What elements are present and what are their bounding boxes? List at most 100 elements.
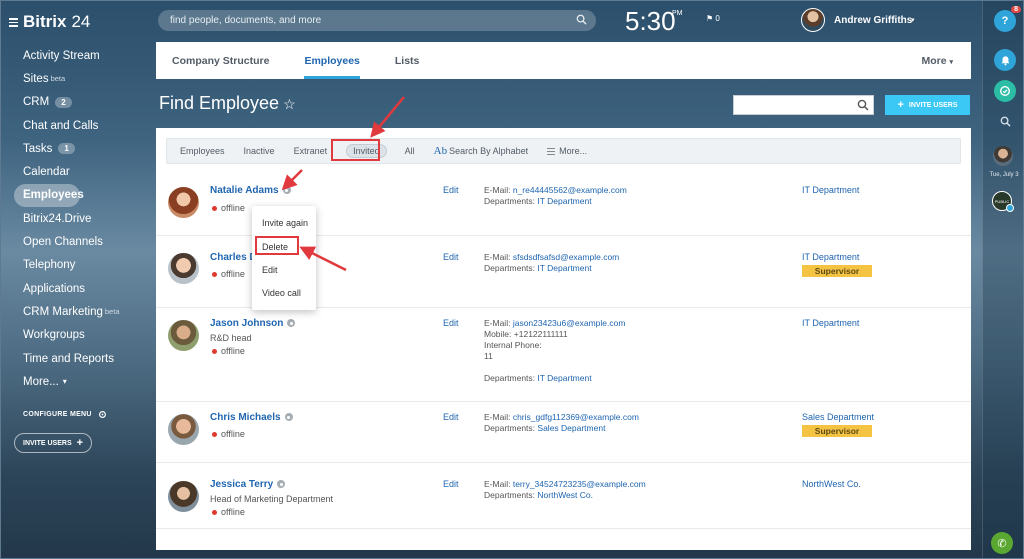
email-link[interactable]: chris_gdfg112369@example.com	[513, 412, 639, 422]
department-link[interactable]: Sales Department	[537, 423, 605, 433]
filter-inactive[interactable]: Inactive	[244, 146, 275, 156]
right-rail: ? 8	[982, 0, 1024, 559]
plus-icon: +	[76, 437, 84, 449]
help-button[interactable]: ? 8	[994, 6, 1021, 32]
department-link[interactable]: IT Department	[537, 196, 591, 206]
configure-menu-button[interactable]: CONFIGURE MENU	[23, 410, 107, 419]
department-link[interactable]: IT Department	[802, 185, 859, 195]
email-link[interactable]: jason23423u6@example.com	[513, 318, 626, 328]
recent-contact-avatar[interactable]	[993, 146, 1013, 166]
mobile-value: +12122111111	[513, 329, 568, 339]
employee-name[interactable]: Charles D	[210, 252, 257, 263]
chevron-down-icon[interactable]: ▾	[911, 16, 915, 24]
sidebar-item-crm[interactable]: CRM 2	[14, 91, 142, 114]
department-link[interactable]: IT Department	[802, 252, 859, 262]
edit-link[interactable]: Edit	[443, 185, 459, 195]
menu-item-edit[interactable]: Edit	[262, 265, 278, 275]
filter-employees[interactable]: Employees	[180, 146, 225, 156]
sidebar-item-label: Sites	[23, 72, 49, 85]
tab-company-structure[interactable]: Company Structure	[172, 42, 269, 79]
search-by-alphabet-button[interactable]: Ab Search By Alphabet	[434, 145, 529, 157]
gear-icon[interactable]	[282, 186, 291, 195]
notifications-button[interactable]	[994, 49, 1016, 71]
flag-indicator[interactable]: ⚑ 0	[706, 14, 720, 23]
sidebar-item-employees[interactable]: Employees	[14, 183, 84, 208]
edit-link[interactable]: Edit	[443, 318, 459, 328]
edit-link[interactable]: Edit	[443, 479, 459, 489]
sidebar-item-label: Open Channels	[23, 236, 103, 249]
sidebar-item-open-channels[interactable]: Open Channels	[14, 230, 142, 253]
filter-extranet[interactable]: Extranet	[294, 146, 328, 156]
employee-name[interactable]: Chris Michaels	[210, 412, 293, 423]
open-channels-button[interactable]	[994, 80, 1016, 102]
sidebar-item-telephony[interactable]: Telephony	[14, 254, 142, 277]
table-row: Jason Johnson R&D head offline Edit E-Ma…	[156, 308, 971, 402]
sidebar-item-time-and-reports[interactable]: Time and Reports	[14, 347, 142, 370]
page-title: Find Employee ☆	[159, 93, 296, 114]
employee-name[interactable]: Natalie Adams	[210, 185, 291, 196]
tabs-more-button[interactable]: More ▾	[921, 55, 953, 67]
departments-label: Departments:	[484, 373, 536, 383]
employee-name[interactable]: Jessica Terry	[210, 479, 286, 490]
filter-all[interactable]: All	[405, 146, 415, 156]
employee-name[interactable]: Jason Johnson	[210, 318, 296, 329]
status-indicator: offline	[212, 507, 245, 517]
sidebar-item-calendar[interactable]: Calendar	[14, 160, 142, 183]
sidebar-item-label: Time and Reports	[23, 352, 114, 365]
department-link[interactable]: IT Department	[537, 263, 591, 273]
employee-search-input[interactable]	[733, 95, 874, 115]
edit-link[interactable]: Edit	[443, 412, 459, 422]
sidebar-invite-users-button[interactable]: INVITE USERS +	[14, 433, 93, 453]
department-link[interactable]: Sales Department	[802, 412, 874, 422]
contact-info: E-Mail: jason23423u6@example.com Mobile:…	[484, 318, 625, 384]
sidebar-item-crm-marketing[interactable]: CRM Marketing beta	[14, 300, 142, 323]
department-link[interactable]: IT Department	[802, 318, 859, 328]
avatar[interactable]	[168, 481, 199, 512]
avatar[interactable]	[168, 253, 199, 284]
sidebar-item-label: More...	[23, 375, 59, 388]
search-icon[interactable]	[576, 14, 587, 25]
department-link[interactable]: IT Department	[537, 373, 591, 383]
online-indicator	[1006, 204, 1014, 212]
recent-chat-avatar[interactable]: PUBLIC	[992, 191, 1014, 212]
tab-lists[interactable]: Lists	[395, 42, 420, 79]
clock-time[interactable]: 5:30	[625, 6, 676, 37]
invite-users-button[interactable]: + INVITE USERS	[885, 95, 970, 115]
global-search-input[interactable]: find people, documents, and more	[158, 10, 596, 31]
sidebar-item-more[interactable]: More... ▾	[14, 370, 142, 393]
avatar[interactable]	[168, 320, 199, 351]
user-avatar[interactable]	[801, 8, 825, 32]
sidebar-item-drive[interactable]: Bitrix24.Drive	[14, 207, 142, 230]
sidebar-item-workgroups[interactable]: Workgroups	[14, 324, 142, 347]
email-link[interactable]: n_re44445562@example.com	[513, 185, 627, 195]
sidebar-item-chat-and-calls[interactable]: Chat and Calls	[14, 114, 142, 137]
department-link[interactable]: NorthWest Co.	[802, 479, 861, 489]
sidebar-item-activity-stream[interactable]: Activity Stream	[14, 44, 142, 67]
sidebar-item-applications[interactable]: Applications	[14, 277, 142, 300]
email-link[interactable]: sfsdsdfsafsd@example.com	[513, 252, 619, 262]
edit-link[interactable]: Edit	[443, 252, 459, 262]
sidebar-item-tasks[interactable]: Tasks 1	[14, 137, 142, 160]
filter-more-button[interactable]: More...	[547, 146, 587, 156]
search-icon[interactable]	[857, 99, 869, 111]
gear-icon[interactable]	[277, 480, 286, 489]
tab-employees[interactable]: Employees	[304, 42, 361, 79]
user-name[interactable]: Andrew Griffiths	[834, 15, 912, 26]
avatar[interactable]	[168, 414, 199, 445]
sidebar-item-sites[interactable]: Sites beta	[14, 67, 142, 90]
menu-icon[interactable]	[9, 17, 18, 27]
mobile-label: Mobile:	[484, 329, 512, 339]
app-logo[interactable]: Bitrix 24	[9, 12, 90, 32]
clock-ampm: PM	[672, 10, 683, 17]
avatar[interactable]	[168, 187, 199, 218]
gear-icon[interactable]	[287, 319, 296, 328]
email-link[interactable]: terry_34524723235@example.com	[513, 479, 646, 489]
rail-search-button[interactable]	[994, 110, 1016, 132]
employee-context-menu: Invite again Delete Edit Video call	[252, 206, 316, 310]
menu-item-video-call[interactable]: Video call	[262, 288, 301, 298]
menu-item-invite-again[interactable]: Invite again	[262, 218, 308, 228]
star-icon[interactable]: ☆	[283, 96, 296, 112]
phone-button[interactable]: ✆	[991, 532, 1013, 554]
department-link[interactable]: NorthWest Co.	[537, 490, 593, 500]
gear-icon[interactable]	[284, 413, 293, 422]
